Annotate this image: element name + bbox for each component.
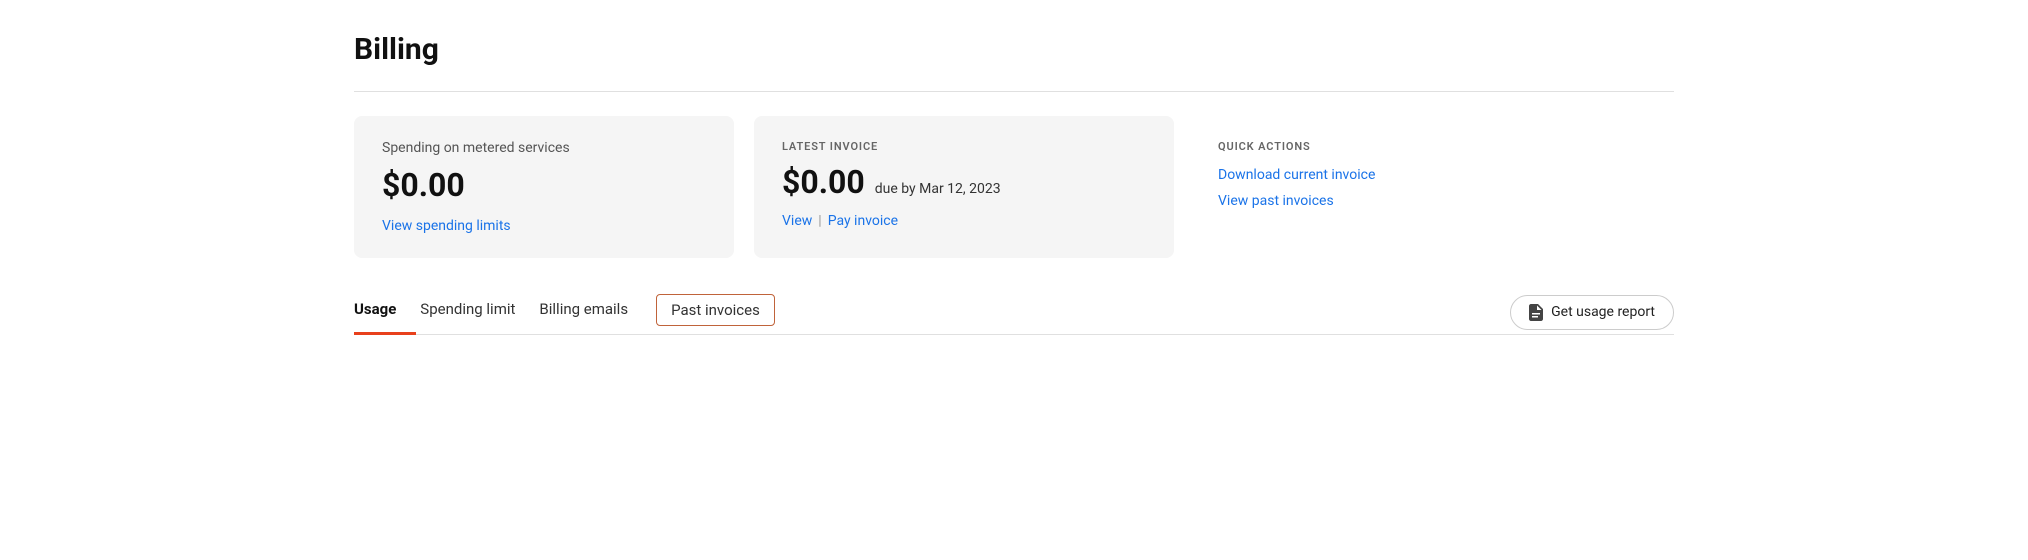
invoice-separator: | xyxy=(818,213,821,229)
view-past-invoices-link[interactable]: View past invoices xyxy=(1218,193,1646,209)
invoice-amount-row: $0.00 due by Mar 12, 2023 xyxy=(782,163,1146,201)
view-spending-limits-link[interactable]: View spending limits xyxy=(382,218,511,234)
tabs-left: Usage Spending limit Billing emails Past… xyxy=(354,290,775,334)
top-divider xyxy=(354,91,1674,92)
spending-amount: $0.00 xyxy=(382,166,706,204)
document-icon xyxy=(1529,304,1543,321)
invoice-amount: $0.00 xyxy=(782,163,865,201)
pay-invoice-link[interactable]: Pay invoice xyxy=(828,213,898,229)
invoice-card: LATEST INVOICE $0.00 due by Mar 12, 2023… xyxy=(754,116,1174,258)
invoice-due-text: due by Mar 12, 2023 xyxy=(875,181,1001,197)
view-invoice-link[interactable]: View xyxy=(782,213,812,229)
tab-usage[interactable]: Usage xyxy=(354,290,416,335)
tab-spending-limit[interactable]: Spending limit xyxy=(416,290,535,335)
cards-row: Spending on metered services $0.00 View … xyxy=(354,116,1674,258)
page-title: Billing xyxy=(354,32,1674,67)
download-current-invoice-link[interactable]: Download current invoice xyxy=(1218,167,1646,183)
invoice-section-label: LATEST INVOICE xyxy=(782,140,1146,153)
quick-actions-card: QUICK ACTIONS Download current invoice V… xyxy=(1194,116,1674,258)
tabs-row: Usage Spending limit Billing emails Past… xyxy=(354,290,1674,335)
tab-billing-emails[interactable]: Billing emails xyxy=(535,290,648,335)
invoice-actions: View | Pay invoice xyxy=(782,213,1146,229)
spending-card-label: Spending on metered services xyxy=(382,140,706,156)
tab-past-invoices[interactable]: Past invoices xyxy=(656,294,775,326)
quick-actions-label: QUICK ACTIONS xyxy=(1218,140,1646,153)
spending-card: Spending on metered services $0.00 View … xyxy=(354,116,734,258)
page-container: Billing Spending on metered services $0.… xyxy=(314,0,1714,335)
get-usage-report-button[interactable]: Get usage report xyxy=(1510,295,1674,330)
tabs-right: Get usage report xyxy=(1510,295,1674,330)
